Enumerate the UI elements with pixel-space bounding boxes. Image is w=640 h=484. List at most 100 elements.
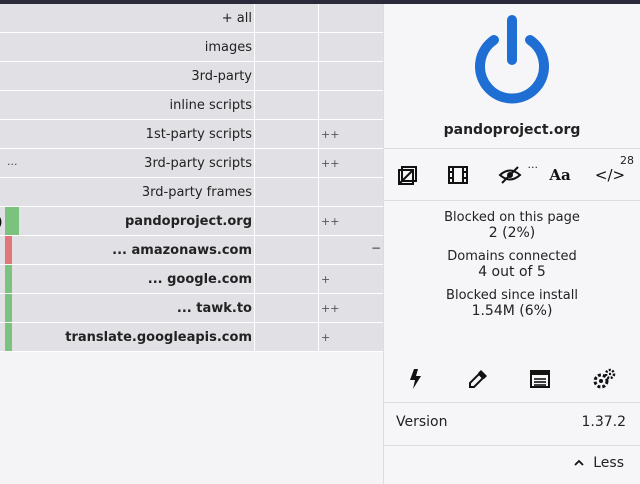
firewall-row[interactable]: + all	[0, 4, 383, 33]
script-button[interactable]: </> 28	[594, 154, 634, 190]
firewall-row-name: ... tawk.to	[0, 294, 255, 322]
global-rule-cell[interactable]	[255, 236, 319, 264]
version-value: 1.37.2	[581, 414, 626, 430]
firewall-row[interactable]: 3rd-party frames	[0, 178, 383, 207]
domains-label: Domains connected	[447, 249, 577, 264]
local-rule-cell[interactable]: ++	[319, 207, 383, 235]
logger-icon	[530, 370, 550, 388]
picker-button[interactable]	[462, 364, 494, 394]
allowed-bar	[5, 207, 19, 235]
zap-button[interactable]	[400, 364, 432, 394]
firewall-row-name: translate.googleapis.com	[0, 323, 255, 351]
firewall-row[interactable]: ... amazonaws.com −	[0, 236, 383, 265]
blocked-page-label: Blocked on this page	[444, 210, 580, 225]
firewall-row-label: 3rd-party scripts	[144, 155, 252, 171]
firewall-row-name: ... google.com	[0, 265, 255, 293]
firewall-row-name: 3rd-party frames	[0, 178, 255, 206]
firewall-row-name: 1st-party scripts	[0, 120, 255, 148]
popup-panel: pandoproject.org ... Aa </> 28 Blocked o…	[383, 4, 640, 484]
firewall-row-name: images	[0, 33, 255, 61]
zap-icon	[410, 369, 421, 389]
global-rule-cell[interactable]	[255, 207, 319, 235]
global-rule-cell[interactable]	[255, 120, 319, 148]
local-rule-cell[interactable]: +	[319, 323, 383, 351]
firewall-row-name: + all	[0, 4, 255, 32]
firewall-row[interactable]: ... google.com +	[0, 265, 383, 294]
power-icon	[475, 15, 549, 104]
global-rule-cell[interactable]	[255, 33, 319, 61]
row-more-indicator: ...	[7, 155, 18, 168]
firewall-row-name: inline scripts	[0, 91, 255, 119]
no-popups-icon	[398, 166, 417, 185]
script-count-badge: 28	[620, 154, 634, 167]
minus-indicator: −	[370, 241, 381, 255]
settings-button[interactable]	[588, 364, 620, 394]
local-rule-cell[interactable]	[319, 91, 383, 119]
divider	[384, 402, 640, 403]
global-rule-cell[interactable]	[255, 323, 319, 351]
firewall-row-label: translate.googleapis.com	[65, 329, 252, 345]
cosmetic-filter-icon	[498, 166, 522, 184]
logger-button[interactable]	[524, 364, 556, 394]
global-rule-cell[interactable]	[255, 149, 319, 177]
firewall-row-name: 3rd-party	[0, 62, 255, 90]
less-button[interactable]: Less	[573, 455, 624, 471]
firewall-row-label: ... google.com	[147, 271, 252, 287]
cosmetic-filter-button[interactable]: ...	[494, 158, 538, 190]
firewall-row-name: ... amazonaws.com	[0, 236, 255, 264]
firewall-row-name: ... 3rd-party scripts	[0, 149, 255, 177]
local-rule-cell[interactable]	[319, 178, 383, 206]
firewall-row[interactable]: translate.googleapis.com +	[0, 323, 383, 352]
stats-section: Blocked on this page 2 (2%) Domains conn…	[384, 210, 640, 327]
blocked-page-value: 2 (2%)	[488, 225, 536, 241]
global-rule-cell[interactable]	[255, 4, 319, 32]
firewall-row-label: pandoproject.org	[125, 213, 252, 229]
firewall-row-name: ) pandoproject.org	[0, 207, 255, 235]
local-rule-cell[interactable]: +	[319, 265, 383, 293]
firewall-row[interactable]: 1st-party scripts ++	[0, 120, 383, 149]
divider	[384, 445, 640, 446]
local-rule-cell[interactable]: −	[319, 236, 383, 264]
less-label: Less	[593, 455, 624, 471]
action-row	[384, 364, 640, 394]
blocked-install-value: 1.54M (6%)	[471, 303, 553, 319]
local-rule-cell[interactable]	[319, 4, 383, 32]
settings-icon	[593, 368, 616, 389]
blocked-install-label: Blocked since install	[446, 288, 578, 303]
power-button[interactable]	[464, 12, 560, 108]
firewall-row[interactable]: images	[0, 33, 383, 62]
firewall-row[interactable]: 3rd-party	[0, 62, 383, 91]
firewall-row-label: ... tawk.to	[176, 300, 252, 316]
local-rule-cell[interactable]	[319, 33, 383, 61]
version-row: Version 1.37.2	[396, 414, 626, 430]
no-popups-button[interactable]	[392, 160, 424, 190]
global-rule-cell[interactable]	[255, 265, 319, 293]
chevron-up-icon	[574, 459, 584, 466]
media-button[interactable]	[442, 160, 474, 190]
local-rule-cell[interactable]	[319, 62, 383, 90]
allowed-bar	[5, 294, 12, 322]
allowed-bar	[5, 323, 12, 351]
local-rule-cell[interactable]: ++	[319, 294, 383, 322]
version-label: Version	[396, 414, 448, 430]
domains-value: 4 out of 5	[478, 264, 546, 280]
local-rule-cell[interactable]: ++	[319, 149, 383, 177]
firewall-row[interactable]: ... tawk.to ++	[0, 294, 383, 323]
divider	[384, 200, 640, 201]
divider	[384, 148, 640, 149]
font-button[interactable]: Aa	[544, 160, 576, 190]
picker-icon	[469, 370, 487, 388]
script-icon: </>	[594, 166, 626, 184]
global-rule-cell[interactable]	[255, 178, 319, 206]
local-rule-cell[interactable]: ++	[319, 120, 383, 148]
global-rule-cell[interactable]	[255, 62, 319, 90]
font-icon: Aa	[549, 166, 571, 184]
media-icon	[448, 166, 468, 184]
cosmetic-extra: ...	[527, 158, 539, 171]
allowed-bar	[5, 265, 12, 293]
firewall-row[interactable]: ... 3rd-party scripts ++	[0, 149, 383, 178]
global-rule-cell[interactable]	[255, 91, 319, 119]
global-rule-cell[interactable]	[255, 294, 319, 322]
firewall-row[interactable]: inline scripts	[0, 91, 383, 120]
firewall-row[interactable]: ) pandoproject.org ++	[0, 207, 383, 236]
